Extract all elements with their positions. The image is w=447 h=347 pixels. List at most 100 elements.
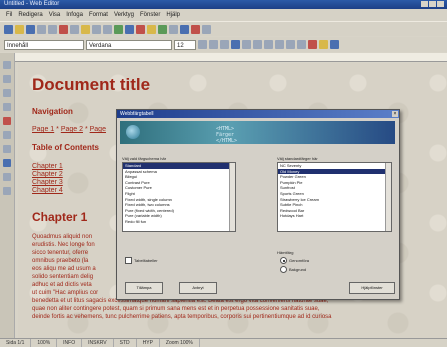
highlight-icon[interactable]	[319, 40, 328, 49]
page-link-1[interactable]: Page 1	[32, 126, 54, 133]
paste-icon[interactable]	[81, 24, 90, 34]
banner-line: </HTML>	[216, 138, 238, 144]
main-toolbar-vertical	[0, 53, 15, 338]
dialog-banner: <HTML> Färger </HTML>	[120, 121, 395, 144]
maximize-button[interactable]	[429, 1, 436, 7]
status-insert[interactable]: INSKRV	[82, 339, 114, 347]
page-link-2[interactable]: Page 2	[61, 126, 83, 133]
status-bar: Sida 1/1 100% INFO INSKRV STD HYP Zoom 1…	[0, 338, 447, 347]
find-icon[interactable]	[3, 145, 11, 153]
dialog-title: Webbfärgtabell	[120, 111, 154, 117]
document-title: Document title	[32, 75, 151, 94]
star-icon[interactable]	[147, 24, 156, 34]
page-links: Page 1 * Page 2 * Page	[32, 126, 106, 133]
navigator-icon[interactable]	[158, 24, 167, 34]
image-icon[interactable]	[136, 24, 145, 34]
nonprinting-icon[interactable]	[3, 173, 11, 181]
font-name-select[interactable]: Verdana	[86, 39, 172, 50]
window-buttons	[421, 1, 444, 7]
menu-insert[interactable]: Infoga	[66, 9, 83, 21]
cancel-button[interactable]: Avbryt	[179, 282, 217, 294]
right-list-scrollbar[interactable]	[385, 163, 391, 231]
banner-text: <HTML> Färger </HTML>	[216, 126, 237, 144]
hyperlink-icon[interactable]	[114, 24, 123, 34]
menu-edit[interactable]: Redigera	[18, 9, 42, 21]
radio-background-label: Bakgrund	[289, 267, 307, 272]
open-folder-icon[interactable]	[15, 24, 24, 34]
status-zoom[interactable]: Zoom 100%	[160, 339, 200, 347]
justify-icon[interactable]	[264, 40, 273, 49]
print-icon[interactable]	[37, 24, 46, 34]
menu-tools[interactable]: Verktyg	[114, 9, 134, 21]
scheme-listbox[interactable]: Standard Anpassat schema Bilegui Contras…	[122, 162, 236, 232]
gallery-icon[interactable]	[169, 24, 178, 34]
apply-button[interactable]: Tillämpa	[125, 282, 163, 294]
bold-icon[interactable]	[198, 40, 207, 49]
draw-icon[interactable]	[3, 117, 11, 125]
text-icon[interactable]	[3, 89, 11, 97]
datasource-icon[interactable]	[180, 24, 189, 34]
page-link-3[interactable]: Page	[90, 126, 106, 133]
status-hyp[interactable]: HYP	[137, 339, 160, 347]
copy-icon[interactable]	[70, 24, 79, 34]
left-list-scrollbar[interactable]	[229, 163, 235, 231]
undo-icon[interactable]	[92, 24, 101, 34]
font-color-icon[interactable]	[308, 40, 317, 49]
redo-icon[interactable]	[103, 24, 112, 34]
bullets-icon[interactable]	[286, 40, 295, 49]
standard-colors-listbox[interactable]: NC Seventy Old Money Powder Green Pumpki…	[277, 162, 392, 232]
body-line: quae non aliter contingere potest, quam …	[32, 306, 320, 312]
table-icon[interactable]	[125, 24, 134, 34]
radio-foreground[interactable]	[280, 257, 287, 264]
save-icon[interactable]	[26, 24, 35, 34]
standard-toolbar	[0, 21, 447, 36]
align-left-icon[interactable]	[231, 40, 240, 49]
chapter-link-1[interactable]: Chapter 1	[32, 163, 63, 170]
menu-file[interactable]: Fil	[6, 9, 12, 21]
spellcheck-icon[interactable]	[3, 131, 11, 139]
paragraph-style-select[interactable]: Innehåll	[4, 39, 84, 50]
form-icon[interactable]	[3, 103, 11, 111]
underline-icon[interactable]	[220, 40, 229, 49]
graphics-icon[interactable]	[3, 187, 11, 195]
list-item[interactable]: Redo fill fun	[123, 219, 235, 225]
dialog-title-bar: Webbfärgtabell ×	[117, 110, 399, 118]
insert-field-icon[interactable]	[3, 75, 11, 83]
radio-background[interactable]	[280, 266, 287, 273]
status-std[interactable]: STD	[114, 339, 137, 347]
chapter-link-4[interactable]: Chapter 4	[32, 187, 63, 194]
align-right-icon[interactable]	[253, 40, 262, 49]
chapter-link-3[interactable]: Chapter 3	[32, 179, 63, 186]
minimize-button[interactable]	[421, 1, 428, 7]
help-icon[interactable]	[202, 24, 211, 34]
chapter-link-2[interactable]: Chapter 2	[32, 171, 63, 178]
zoom-icon[interactable]	[191, 24, 200, 34]
new-document-icon[interactable]	[4, 24, 13, 34]
horizontal-ruler[interactable]	[14, 53, 447, 62]
navigation-heading: Navigation	[32, 107, 73, 116]
indent-icon[interactable]	[297, 40, 306, 49]
source-view-icon[interactable]	[3, 159, 11, 167]
menu-view[interactable]: Visa	[49, 9, 61, 21]
cut-icon[interactable]	[59, 24, 68, 34]
menu-window[interactable]: Fönster	[140, 9, 160, 21]
preview-icon[interactable]	[48, 24, 57, 34]
align-center-icon[interactable]	[242, 40, 251, 49]
window-title: Untitled - Web Editor	[4, 1, 60, 7]
italic-icon[interactable]	[209, 40, 218, 49]
table-checkbox[interactable]	[125, 257, 132, 264]
toc-heading: Table of Contents	[32, 143, 99, 152]
color-table-dialog: Webbfärgtabell × <HTML> Färger </HTML> V…	[116, 109, 400, 300]
close-window-button[interactable]	[437, 1, 444, 7]
numbering-icon[interactable]	[275, 40, 284, 49]
background-color-icon[interactable]	[330, 40, 339, 49]
right-list-label: Välj standardfärger här	[277, 156, 318, 161]
menu-format[interactable]: Format	[89, 9, 108, 21]
dialog-close-icon[interactable]: ×	[392, 111, 398, 117]
cursor-icon[interactable]	[3, 61, 11, 69]
list-item[interactable]: Hotdays Hart	[278, 213, 391, 219]
menu-help[interactable]: Hjälp	[166, 9, 180, 21]
help-button[interactable]: Hjälpfönster	[349, 282, 395, 294]
font-size-select[interactable]: 12	[174, 39, 196, 50]
checkbox-label: Tabelltabeller	[134, 258, 158, 263]
